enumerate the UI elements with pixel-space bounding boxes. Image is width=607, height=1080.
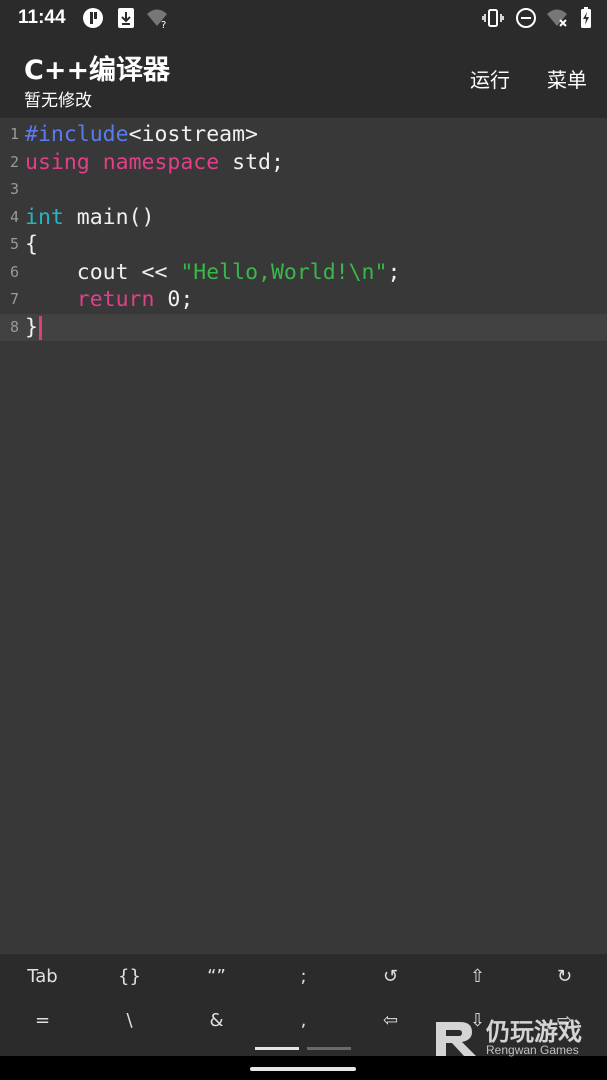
code-text: #include<iostream> bbox=[25, 121, 258, 149]
wifi-question-icon: ? bbox=[147, 9, 167, 29]
shortcut-key[interactable]: \ bbox=[86, 999, 173, 1043]
shortcut-key[interactable]: Tab bbox=[0, 955, 86, 999]
code-text: return 0; bbox=[25, 286, 194, 314]
shortcut-key[interactable]: {} bbox=[86, 955, 173, 999]
code-token: 0; bbox=[154, 287, 194, 312]
code-editor[interactable]: 1 #include<iostream> 2 using namespace std;… bbox=[0, 118, 607, 954]
line-number: 4 bbox=[9, 207, 19, 226]
line-number: 5 bbox=[9, 235, 19, 253]
line-number: 1 bbox=[9, 125, 19, 143]
shortcut-key[interactable]: “” bbox=[173, 955, 260, 999]
code-text: { bbox=[25, 231, 38, 259]
code-token: int bbox=[25, 204, 64, 230]
notification-icon bbox=[83, 8, 103, 28]
app-title: C++编译器 bbox=[24, 55, 171, 86]
code-token: #include bbox=[25, 122, 129, 147]
shortcut-key[interactable]: ; bbox=[260, 955, 347, 999]
line-number: 3 bbox=[9, 180, 19, 198]
line-number: 7 bbox=[9, 290, 19, 308]
watermark: 仍玩游戏 Rengwan Games bbox=[430, 1010, 600, 1060]
status-time: 11:44 bbox=[18, 7, 66, 28]
code-token: std; bbox=[219, 149, 284, 175]
status-bar: 11:44 ? bbox=[0, 0, 607, 36]
wifi-off-icon bbox=[547, 9, 567, 27]
download-icon bbox=[118, 8, 134, 28]
code-token: "Hello,World!\n" bbox=[180, 259, 388, 285]
shortcut-key[interactable]: ↺ bbox=[347, 955, 434, 999]
app-subtitle: 暂无修改 bbox=[24, 91, 92, 111]
code-line[interactable]: 4 int main() bbox=[0, 204, 607, 232]
code-token: main() bbox=[63, 204, 155, 230]
line-number: 8 bbox=[9, 317, 19, 336]
code-token: cout << bbox=[25, 259, 181, 285]
code-line[interactable]: 6 cout << "Hello,World!\n"; bbox=[0, 259, 607, 287]
code-text: cout << "Hello,World!\n"; bbox=[25, 259, 401, 287]
watermark-subtitle: Rengwan Games bbox=[486, 1043, 579, 1057]
home-gesture-handle[interactable] bbox=[250, 1067, 356, 1071]
line-number: 2 bbox=[9, 152, 19, 171]
shortcut-key[interactable]: ↻ bbox=[521, 955, 607, 999]
code-line[interactable]: 7 return 0; bbox=[0, 286, 607, 314]
menu-button[interactable]: 菜单 bbox=[547, 64, 587, 93]
code-token: ; bbox=[387, 259, 401, 285]
battery-charging-icon bbox=[581, 7, 591, 28]
vibrate-icon bbox=[482, 9, 504, 27]
code-text: int main() bbox=[25, 204, 154, 232]
shortcut-key[interactable]: & bbox=[173, 999, 260, 1043]
code-line[interactable]: 5{ bbox=[0, 231, 607, 259]
shortcut-key[interactable]: ⇦ bbox=[347, 999, 434, 1043]
shortcut-key[interactable]: = bbox=[0, 999, 86, 1043]
app-bar: C++编译器 暂无修改 运行 菜单 bbox=[0, 36, 607, 118]
shortcut-key[interactable]: , bbox=[260, 999, 347, 1043]
shortcut-key[interactable]: ⇧ bbox=[434, 955, 521, 999]
code-token: using bbox=[25, 149, 90, 175]
keybar-page-indicator-active bbox=[255, 1047, 299, 1050]
code-token: { bbox=[25, 232, 38, 257]
code-token: namespace bbox=[102, 149, 220, 175]
dnd-icon bbox=[516, 8, 536, 28]
code-text: } bbox=[25, 314, 42, 342]
line-number: 6 bbox=[9, 262, 19, 281]
code-token: <iostream> bbox=[128, 122, 259, 147]
keybar-page-indicator bbox=[307, 1047, 351, 1050]
run-button[interactable]: 运行 bbox=[470, 64, 510, 93]
code-token: return bbox=[76, 287, 155, 312]
watermark-title: 仍玩游戏 bbox=[486, 1018, 582, 1046]
code-line[interactable]: 8} bbox=[0, 313, 607, 342]
text-cursor bbox=[38, 315, 42, 340]
code-token: } bbox=[25, 314, 38, 340]
svg-text:?: ? bbox=[161, 20, 166, 29]
code-line[interactable]: 1 #include<iostream> bbox=[0, 121, 607, 149]
watermark-logo-icon bbox=[436, 1022, 476, 1056]
code-text: using namespace std; bbox=[25, 149, 284, 177]
code-line[interactable]: 2 using namespace std; bbox=[0, 149, 607, 177]
code-line[interactable]: 3 bbox=[0, 176, 607, 204]
